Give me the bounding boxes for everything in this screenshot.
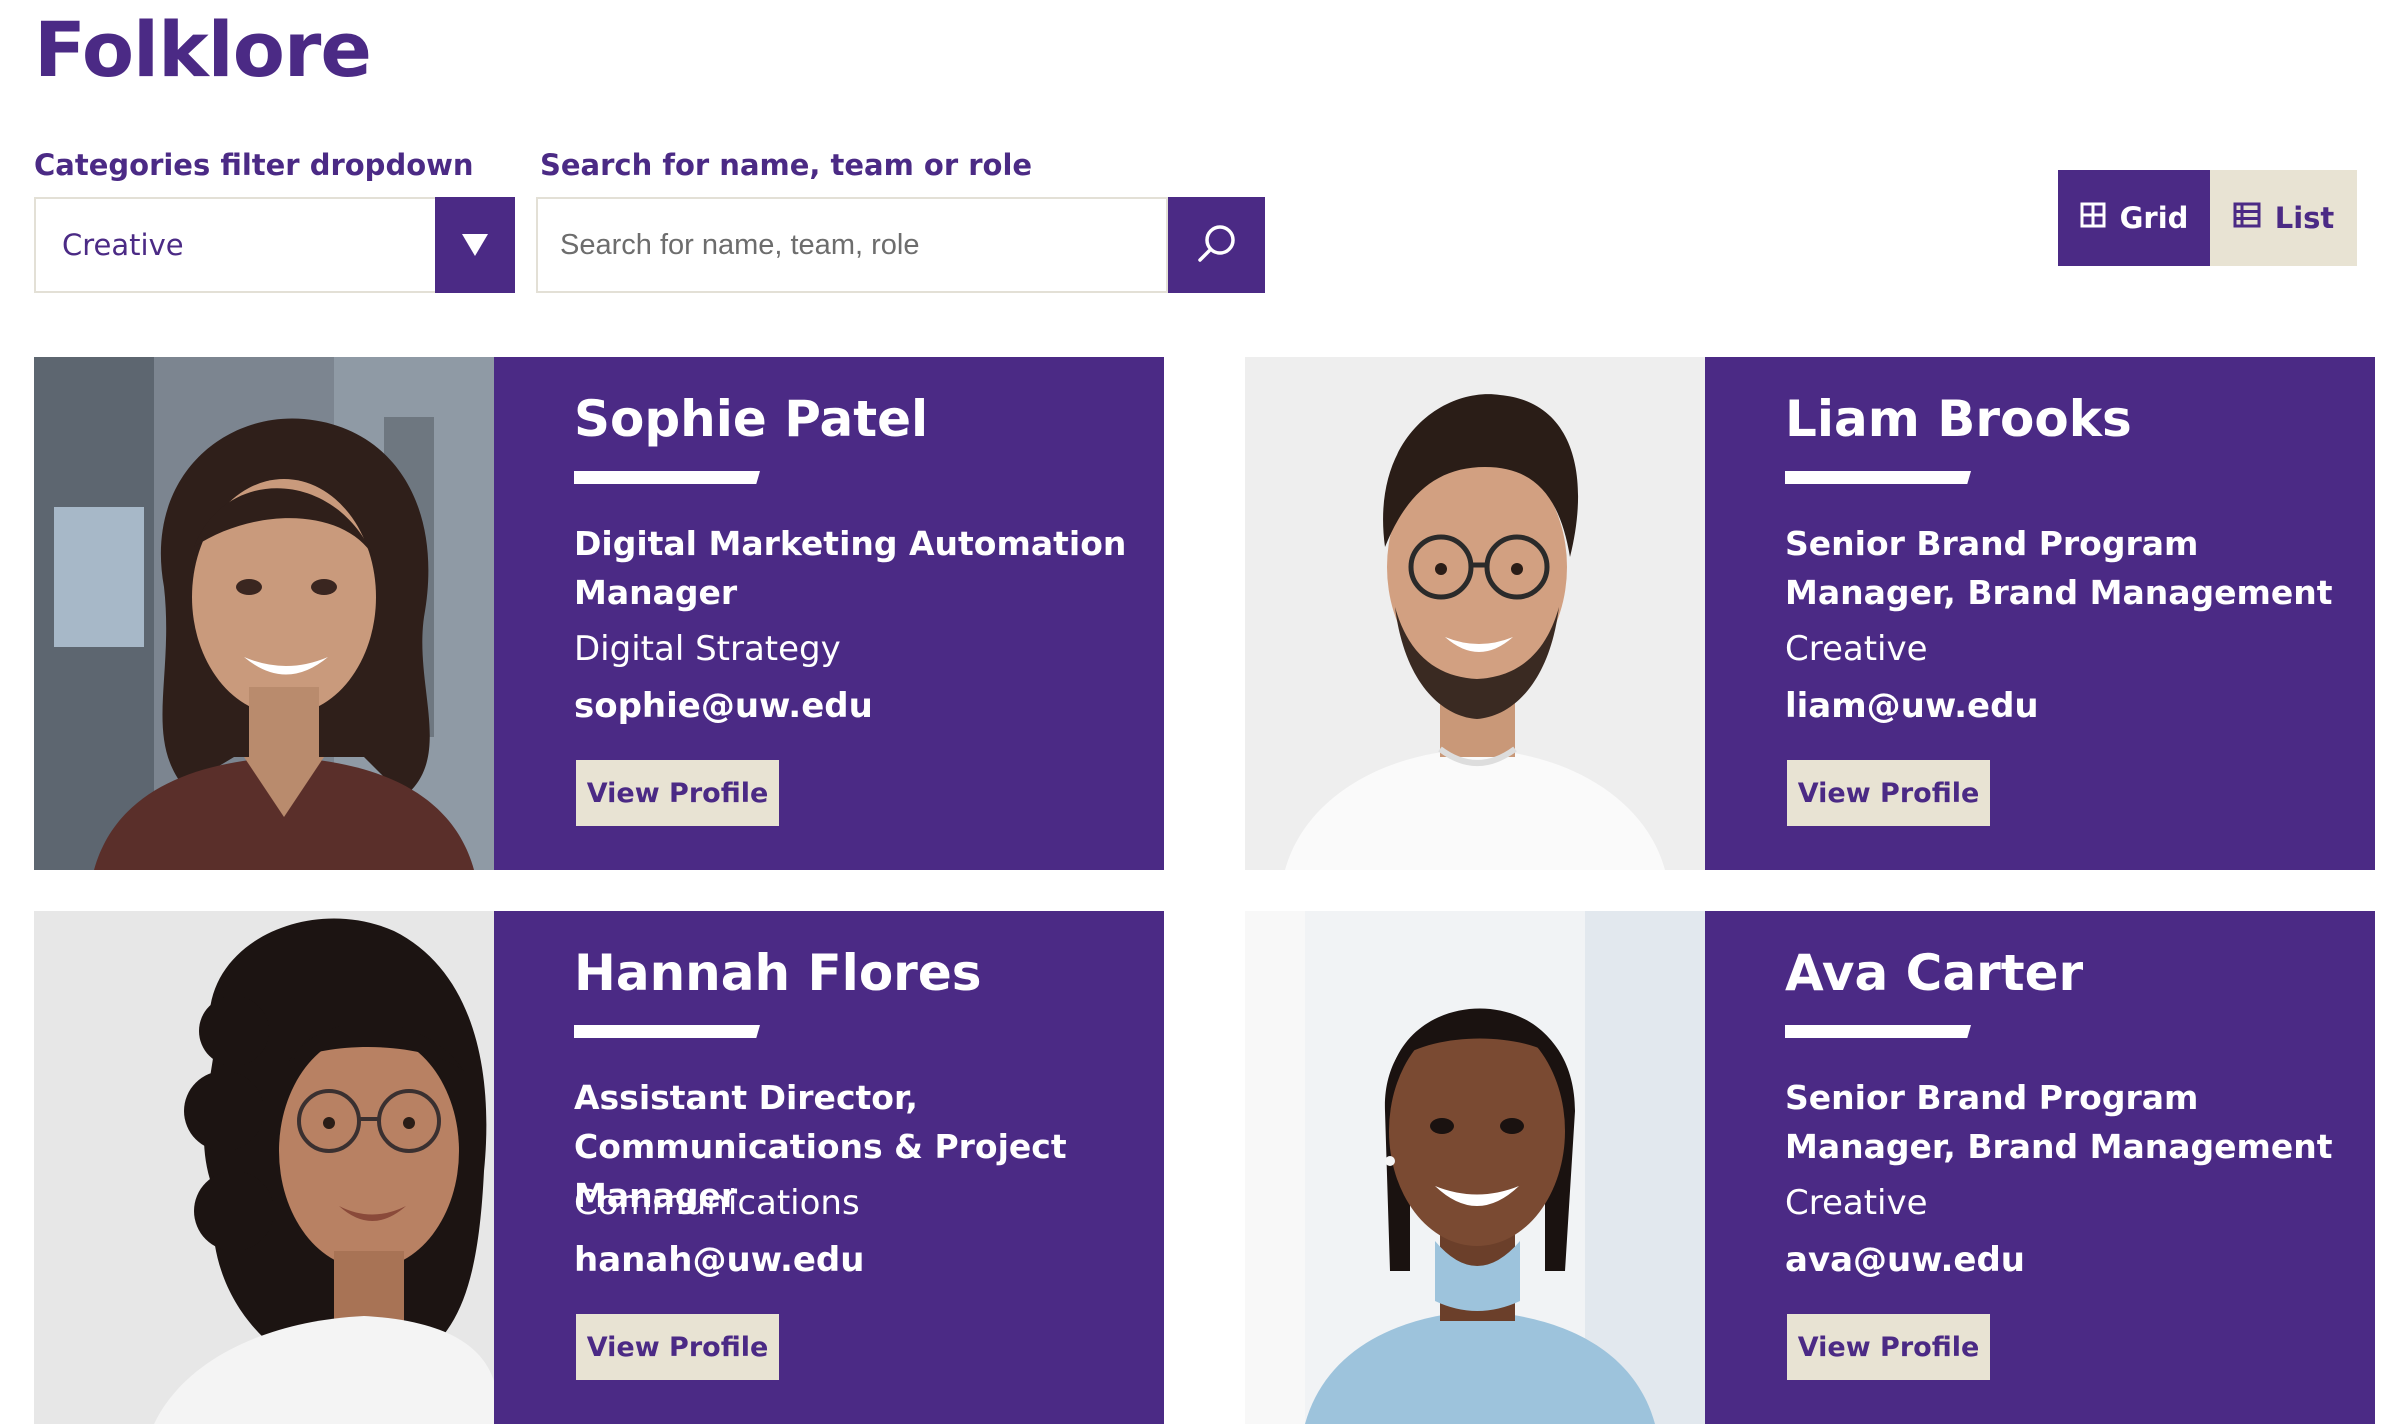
profile-photo: [34, 911, 494, 1424]
name-underline: [574, 1025, 760, 1038]
search-button[interactable]: [1168, 197, 1265, 293]
profile-info: Ava Carter Senior Brand Program Manager,…: [1785, 911, 2375, 1424]
view-profile-button[interactable]: View Profile: [576, 760, 779, 826]
dropdown-arrow-icon[interactable]: [435, 197, 515, 293]
profile-card: Sophie Patel Digital Marketing Automatio…: [34, 357, 1164, 870]
person-email[interactable]: sophie@uw.edu: [574, 682, 873, 730]
category-filter-value: Creative: [62, 228, 184, 262]
person-name: Hannah Flores: [574, 944, 982, 1002]
category-filter-dropdown[interactable]: Creative: [34, 197, 515, 293]
person-name: Liam Brooks: [1785, 390, 2132, 448]
profile-photo: [1245, 357, 1705, 870]
person-department: Communications: [574, 1183, 860, 1223]
profile-photo: [1245, 911, 1705, 1424]
name-underline: [1785, 1025, 1971, 1038]
page-title: Folklore: [34, 5, 372, 94]
list-view-label: List: [2274, 201, 2335, 235]
search-input[interactable]: [536, 197, 1168, 293]
list-icon: [2233, 201, 2261, 235]
name-underline: [1785, 471, 1971, 484]
profile-info: Sophie Patel Digital Marketing Automatio…: [574, 357, 1164, 870]
person-email[interactable]: hanah@uw.edu: [574, 1236, 864, 1284]
search-label: Search for name, team or role: [540, 148, 1033, 182]
view-profile-button[interactable]: View Profile: [576, 1314, 779, 1380]
profile-info: Hannah Flores Assistant Director, Commun…: [574, 911, 1164, 1424]
person-department: Creative: [1785, 629, 1928, 669]
person-name: Ava Carter: [1785, 944, 2084, 1002]
profile-card: Hannah Flores Assistant Director, Commun…: [34, 911, 1164, 1424]
profile-info: Liam Brooks Senior Brand Program Manager…: [1785, 357, 2375, 870]
profile-card: Liam Brooks Senior Brand Program Manager…: [1245, 357, 2375, 870]
grid-icon: [2080, 201, 2106, 235]
person-role: Digital Marketing Automation Manager: [574, 524, 1127, 612]
person-role: Senior Brand Program Manager, Brand Mana…: [1785, 1078, 2333, 1166]
grid-view-label: Grid: [2119, 201, 2189, 235]
person-email[interactable]: ava@uw.edu: [1785, 1236, 2025, 1284]
category-filter-label: Categories filter dropdown: [34, 148, 474, 182]
person-role: Senior Brand Program Manager, Brand Mana…: [1785, 524, 2333, 612]
profile-card: Ava Carter Senior Brand Program Manager,…: [1245, 911, 2375, 1424]
person-email[interactable]: liam@uw.edu: [1785, 682, 2039, 730]
person-department: Creative: [1785, 1183, 1928, 1223]
search-icon: [1194, 221, 1240, 270]
name-underline: [574, 471, 760, 484]
person-name: Sophie Patel: [574, 390, 929, 448]
person-department: Digital Strategy: [574, 629, 841, 669]
view-profile-button[interactable]: View Profile: [1787, 1314, 1990, 1380]
list-view-button[interactable]: List: [2210, 170, 2357, 266]
view-profile-button[interactable]: View Profile: [1787, 760, 1990, 826]
grid-view-button[interactable]: Grid: [2058, 170, 2210, 266]
profile-photo: [34, 357, 494, 870]
